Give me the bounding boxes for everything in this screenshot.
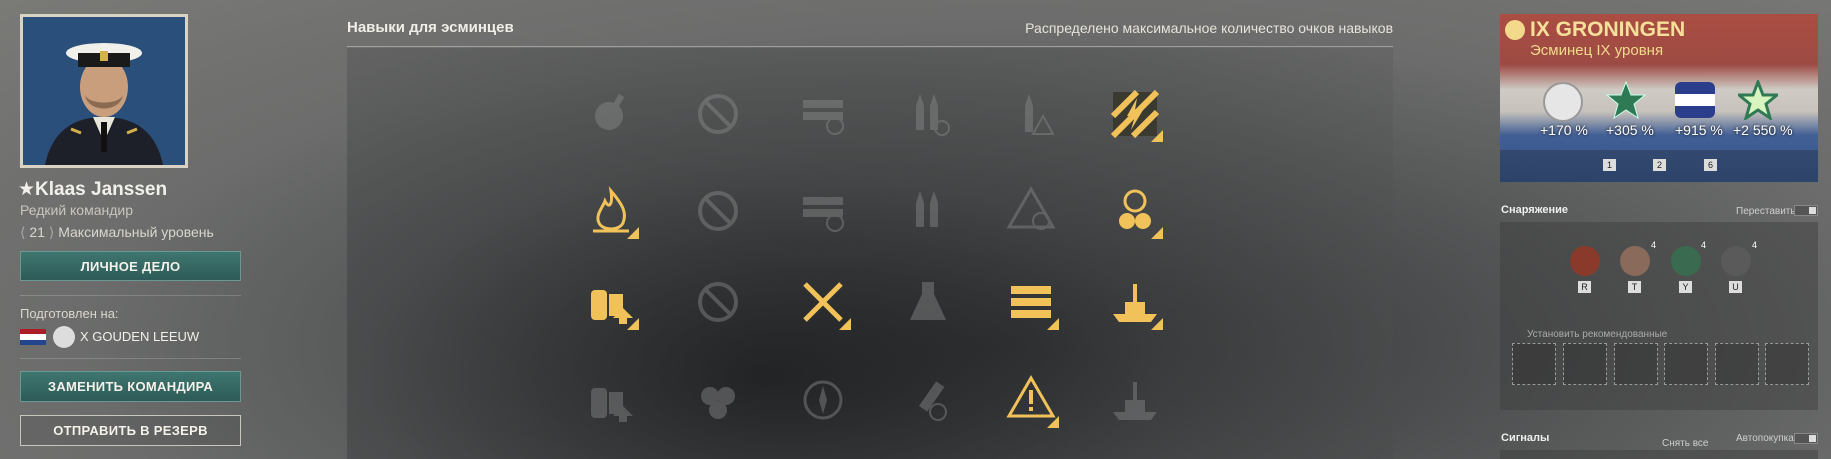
netherlands-flag-icon (20, 329, 46, 345)
lightning-icon[interactable] (1107, 86, 1163, 142)
modification-slot[interactable] (1765, 343, 1809, 385)
no-entry-icon[interactable] (690, 86, 746, 142)
engine-boost-icon[interactable] (583, 274, 639, 330)
commander-level-number: 21 (29, 224, 45, 240)
rudder-propeller-icon[interactable] (1107, 183, 1163, 239)
flask-icon[interactable] (900, 274, 956, 330)
bonus-value: +305 % (1606, 122, 1654, 138)
divider (20, 295, 241, 296)
gear-gun-icon[interactable] (583, 86, 639, 142)
commander-level-text: Максимальный уровень (58, 224, 214, 240)
autobuy-toggle[interactable] (1794, 433, 1818, 444)
outline-star-icon (1734, 77, 1782, 122)
warship-icon[interactable] (1107, 274, 1163, 330)
bonus-value: +2 550 % (1733, 122, 1793, 138)
reload-booster-consumable-icon[interactable] (1721, 246, 1751, 276)
trained-ship-name: X GOUDEN LEEUW (80, 329, 200, 344)
no-entry-icon[interactable] (690, 274, 746, 330)
recommended-label[interactable]: Установить рекомендованные (1527, 329, 1667, 340)
laurel-right-icon: ⟩ (48, 224, 55, 240)
personal-file-button[interactable]: ЛИЧНОЕ ДЕЛО (20, 251, 241, 281)
slot-key: 2 (1653, 159, 1666, 171)
striped-flag-icon (1675, 82, 1715, 118)
shells-reload-icon[interactable] (900, 86, 956, 142)
skills-grid (347, 48, 1393, 459)
ship-name: IX GRONINGEN (1530, 18, 1686, 41)
propeller-boost-icon[interactable] (690, 372, 746, 428)
modification-slot[interactable] (1512, 343, 1556, 385)
green-star-icon (1605, 80, 1647, 120)
divider (20, 358, 241, 359)
commander-level: ⟨ 21 ⟩ Максимальный уровень (20, 224, 214, 241)
equipment-title: Снаряжение (1501, 204, 1568, 216)
bonus-value: +915 % (1675, 122, 1723, 138)
skills-title: Навыки для эсминцев (347, 19, 514, 36)
modification-slot[interactable] (1614, 343, 1658, 385)
torpedo-rack-icon[interactable] (795, 183, 851, 239)
rearrange-toggle[interactable] (1794, 205, 1818, 216)
fire-icon[interactable] (583, 183, 639, 239)
consumable-key: T (1628, 281, 1641, 293)
trained-for-label: Подготовлен на: (20, 306, 119, 321)
signals-panel (1500, 450, 1818, 459)
signals-title: Сигналы (1501, 432, 1550, 444)
modification-slot[interactable] (1715, 343, 1759, 385)
engine-boost-icon[interactable] (583, 372, 639, 428)
warning-down-icon[interactable] (1003, 372, 1059, 428)
shell-warning-icon[interactable] (1003, 86, 1059, 142)
gun-reload-icon[interactable] (900, 372, 956, 428)
modification-slot[interactable] (1563, 343, 1607, 385)
send-to-reserve-button[interactable]: ОТПРАВИТЬ В РЕЗЕРВ (20, 415, 241, 446)
no-entry-icon[interactable] (690, 183, 746, 239)
autobuy-label: Автопокупка (1736, 433, 1794, 444)
clear-all-button[interactable]: Снять все (1662, 438, 1709, 449)
torpedo-rack-icon[interactable] (795, 86, 851, 142)
bonus-value: +170 % (1540, 122, 1588, 138)
replace-commander-button[interactable]: ЗАМЕНИТЬ КОМАНДИРА (20, 371, 241, 402)
ship-class: Эсминец IX уровня (1530, 42, 1664, 59)
anchor-emblem-icon (1543, 82, 1583, 122)
slot-key: 6 (1704, 159, 1717, 171)
commander-rarity: Редкий командир (20, 202, 134, 218)
divider (347, 46, 1393, 47)
consumable-key: Y (1679, 281, 1692, 293)
ship-silhouette-icon[interactable] (1107, 372, 1163, 428)
consumable-key: U (1729, 281, 1742, 293)
consumable-count: 4 (1701, 240, 1707, 250)
rearrange-label: Переставить (1736, 206, 1796, 217)
torpedo-tubes-icon[interactable] (1003, 274, 1059, 330)
consumable-count: 4 (1752, 240, 1758, 250)
consumable-count: 4 (1651, 240, 1657, 250)
crossed-torpedoes-icon[interactable] (795, 274, 851, 330)
warning-target-icon[interactable] (1003, 183, 1059, 239)
laurel-left-icon: ⟨ (20, 224, 26, 240)
commander-portrait (20, 14, 188, 168)
smoke-consumable-icon[interactable] (1620, 246, 1650, 276)
repair-consumable-icon[interactable] (1570, 246, 1600, 276)
commander-name: ★Klaas Janssen (18, 179, 168, 200)
slot-key: 1 (1603, 159, 1616, 171)
compass-icon[interactable] (795, 372, 851, 428)
shells-icon[interactable] (900, 183, 956, 239)
boost-consumable-icon[interactable] (1671, 246, 1701, 276)
modification-slot[interactable] (1664, 343, 1708, 385)
skills-status: Распределено максимальное количество очк… (1025, 20, 1393, 36)
commander-avatar-icon (23, 17, 185, 165)
ship-type-icon (1505, 20, 1525, 40)
destroyer-class-icon (53, 326, 75, 348)
consumable-key: R (1578, 281, 1591, 293)
